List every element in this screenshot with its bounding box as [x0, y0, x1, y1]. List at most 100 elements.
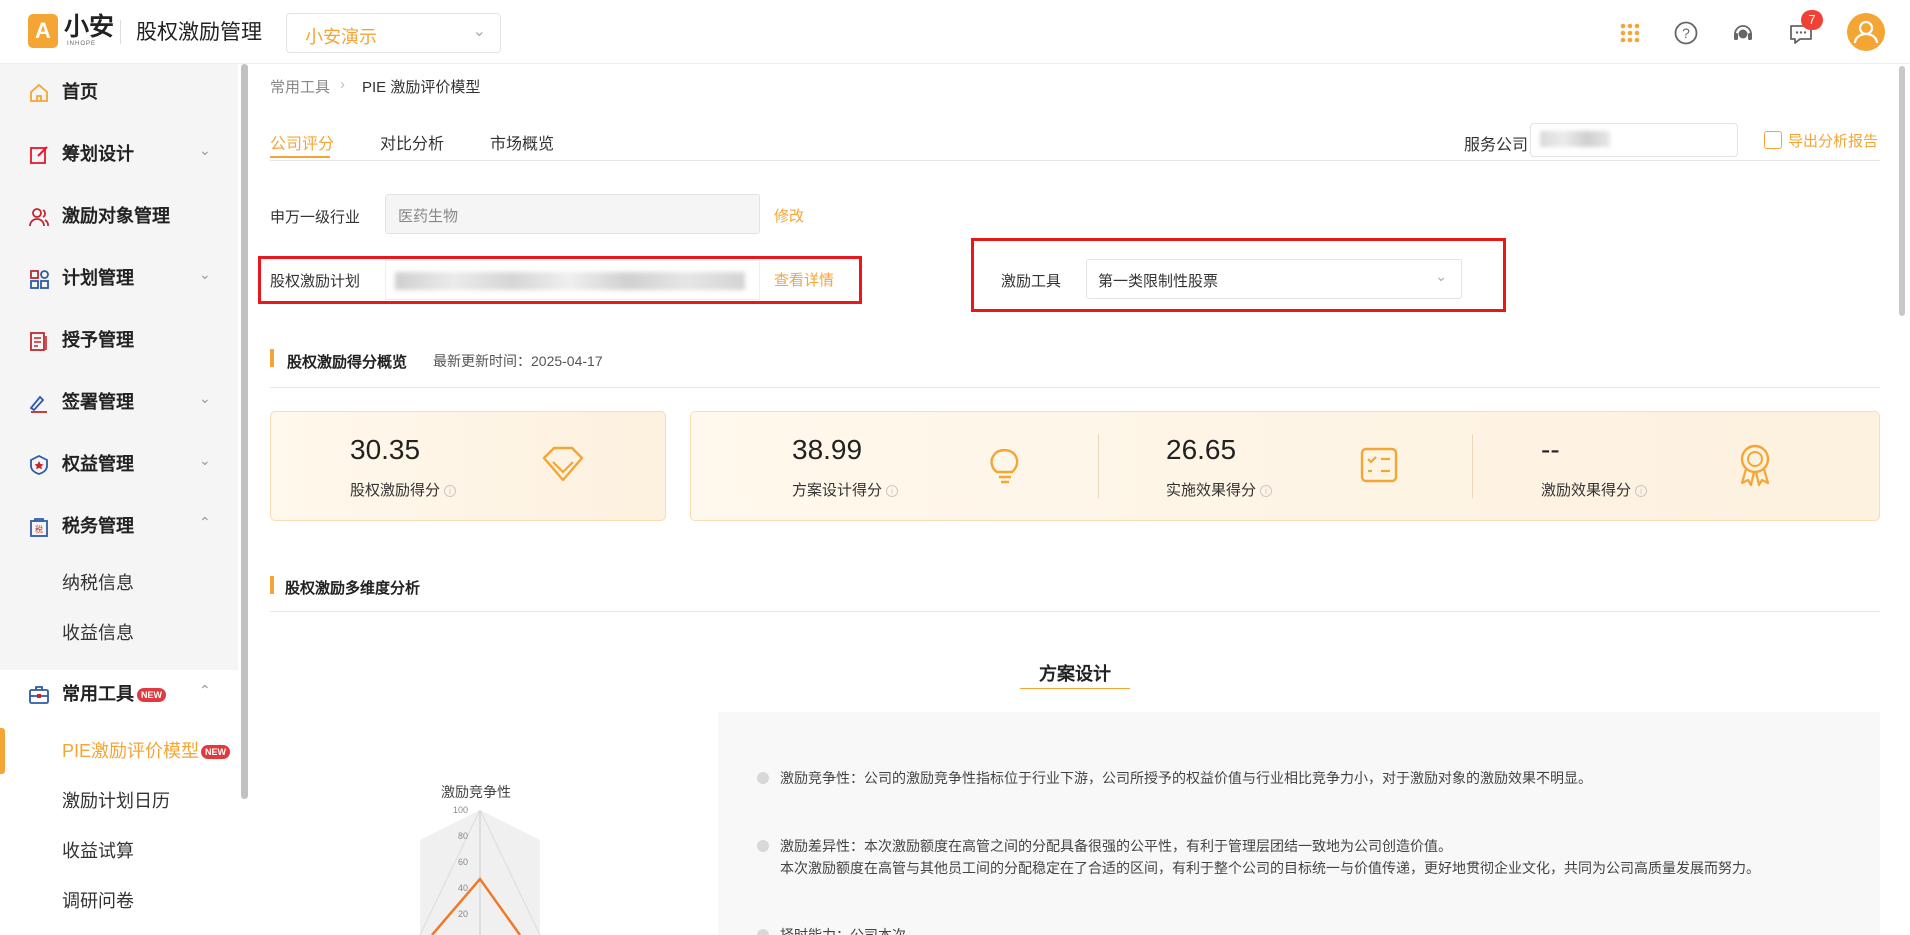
sidebar-subitem-calendar[interactable]: 激励计划日历	[0, 778, 238, 824]
tax-icon: 税	[30, 518, 48, 537]
sidebar-item-label: 首页	[62, 82, 98, 102]
effect-score-label: 激励效果得分 i	[1541, 479, 1648, 500]
logo-subtext: INHOPE	[67, 41, 97, 47]
score-label-text: 股权激励得分	[350, 482, 441, 499]
sidebar-subitem-pie-model[interactable]: PIE激励评价模型 NEW	[0, 728, 238, 774]
app-title: 股权激励管理	[136, 21, 262, 44]
sidebar-item-grant[interactable]: 授予管理	[0, 312, 238, 370]
section-divider	[270, 387, 1880, 388]
sidebar-item-equity[interactable]: 权益管理 ⌄	[0, 436, 238, 494]
last-updated: 最新更新时间：2025-04-17	[433, 353, 603, 369]
sidebar-item-label: 激励对象管理	[62, 206, 170, 226]
radar-tick: 40	[458, 883, 468, 893]
sidebar-subitem-label: 收益信息	[62, 623, 134, 643]
chevron-down-icon: ⌄	[199, 142, 211, 158]
chevron-down-icon: ⌄	[472, 23, 486, 40]
implementation-score-label: 实施效果得分 i	[1166, 479, 1273, 500]
sidebar-subitem-income-calc[interactable]: 收益试算	[0, 828, 238, 874]
checklist-icon	[1360, 447, 1398, 483]
sidebar-item-plan-management[interactable]: 计划管理 ⌄	[0, 250, 238, 308]
company-select[interactable]: 小安演示 ⌄	[286, 13, 501, 53]
sidebar-item-home[interactable]: 首页	[0, 64, 238, 122]
radar-tick: 60	[458, 857, 468, 867]
implementation-score-value: 26.65	[1166, 434, 1237, 465]
total-score-card	[270, 411, 666, 521]
tab-comparison[interactable]: 对比分析	[380, 130, 444, 154]
sidebar-subitem-income-info[interactable]: 收益信息	[0, 610, 238, 656]
sidebar-subitem-label: PIE激励评价模型	[62, 741, 200, 761]
sidebar-item-label: 常用工具	[62, 684, 134, 704]
info-icon[interactable]: i	[1260, 485, 1273, 498]
sidebar-item-planning[interactable]: 筹划设计 ⌄	[0, 126, 238, 184]
design-score-value: 38.99	[792, 434, 863, 465]
customer-service-icon[interactable]	[1728, 18, 1758, 48]
breadcrumb-separator-icon: ›	[340, 76, 345, 93]
tabs-divider	[270, 160, 1880, 161]
description-differentiation-2: 本次激励额度在高管与其他员工间的分配稳定在了合适的区间，有利于整个公司的目标统一…	[780, 860, 1760, 876]
header-divider	[120, 20, 121, 44]
highlight-box	[258, 256, 862, 304]
total-score-label: 股权激励得分 i	[350, 479, 457, 500]
help-icon[interactable]: ?	[1671, 18, 1701, 48]
notification-badge: 7	[1801, 10, 1823, 30]
sidebar-subitem-survey[interactable]: 调研问卷	[0, 878, 238, 924]
description-timing: 择时能力：公司本次，...	[780, 927, 932, 935]
total-score-value: 30.35	[350, 434, 421, 465]
sidebar-subitem-label: 收益试算	[62, 841, 134, 861]
info-icon[interactable]: i	[1635, 485, 1648, 498]
score-label-text: 激励效果得分	[1541, 482, 1632, 499]
chevron-up-icon: ⌃	[199, 514, 211, 530]
sidebar-item-tax[interactable]: 税 税务管理 ⌃	[0, 498, 238, 556]
sidebar-item-tools[interactable]: 常用工具 NEW ⌃	[0, 666, 238, 724]
sidebar-item-label: 签署管理	[62, 392, 134, 412]
chevron-down-icon: ⌄	[199, 452, 211, 468]
award-medal-icon	[1740, 444, 1770, 487]
section-title-analysis: 股权激励多维度分析	[285, 580, 421, 597]
sidebar-item-incentive-targets[interactable]: 激励对象管理	[0, 188, 238, 246]
info-icon[interactable]: i	[886, 485, 899, 498]
sidebar-item-signing[interactable]: 签署管理 ⌄	[0, 374, 238, 432]
radar-tick: 20	[458, 909, 468, 919]
score-label-text: 实施效果得分	[1166, 482, 1257, 499]
breadcrumb-current: PIE 激励评价模型	[362, 79, 481, 96]
sidebar-subitem-tax-info[interactable]: 纳税信息	[0, 560, 238, 606]
highlight-box	[971, 238, 1506, 312]
service-company-label: 服务公司	[1464, 137, 1529, 154]
logo-text: 小安	[64, 13, 115, 41]
section-divider	[270, 611, 1880, 612]
avatar[interactable]	[1847, 13, 1885, 51]
main-scrollbar[interactable]	[1899, 66, 1905, 316]
description-competitiveness: 激励竞争性：公司的激励竞争性指标位于行业下游，公司所授予的权益价值与行业相比竞争…	[780, 770, 1592, 786]
home-icon	[30, 83, 48, 102]
edit-icon	[30, 146, 48, 164]
sidebar: 首页 筹划设计 ⌄ 激励对象管理 计划管理 ⌄ 授予管理 签署管理 ⌄ 权益管理	[0, 64, 238, 935]
apps-grid-icon[interactable]	[1615, 18, 1645, 48]
sidebar-scrollbar[interactable]	[241, 64, 248, 799]
sidebar-item-label: 税务管理	[62, 516, 134, 536]
document-icon	[30, 332, 47, 351]
section-marker	[270, 349, 274, 367]
sidebar-subitem-label: 调研问卷	[62, 891, 134, 911]
panel-title-underline	[1020, 688, 1130, 689]
sidebar-item-label: 筹划设计	[62, 144, 134, 164]
bullet-dot	[757, 929, 769, 935]
info-icon[interactable]: i	[444, 485, 457, 498]
lightbulb-icon	[990, 448, 1019, 484]
panel-title: 方案设计	[1039, 664, 1111, 684]
sidebar-item-label: 计划管理	[62, 268, 134, 288]
diamond-icon	[542, 446, 584, 482]
radar-tick: 100	[453, 805, 468, 815]
design-score-label: 方案设计得分 i	[792, 479, 899, 500]
toolbox-icon	[29, 686, 49, 704]
active-tab-indicator	[270, 156, 330, 158]
edit-industry-link[interactable]: 修改	[774, 205, 804, 226]
top-header: A 小安 INHOPE 股权激励管理 小安演示 ⌄ ? 7	[0, 0, 1910, 64]
export-report-button[interactable]: 导出分析报告	[1764, 130, 1878, 151]
svg-text:?: ?	[1682, 25, 1690, 41]
tab-market-overview[interactable]: 市场概览	[490, 130, 554, 154]
breadcrumb-parent[interactable]: 常用工具	[270, 76, 330, 97]
section-marker	[270, 576, 274, 594]
effect-score-value: --	[1541, 434, 1560, 465]
tab-company-score[interactable]: 公司评分	[270, 130, 334, 154]
redacted-value	[1540, 131, 1610, 147]
